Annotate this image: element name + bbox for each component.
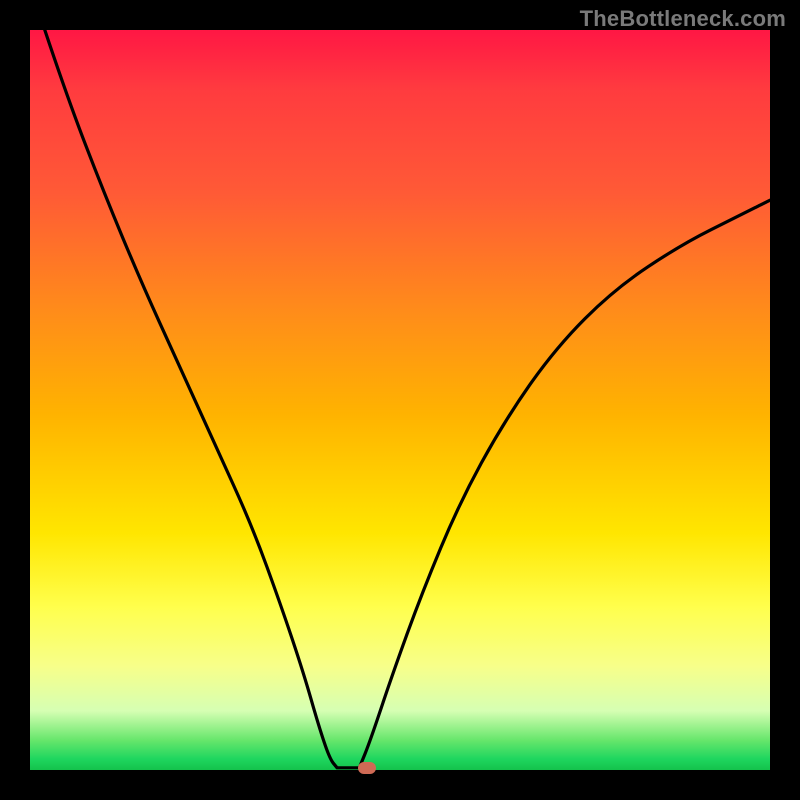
valley-marker xyxy=(358,762,376,774)
watermark-text: TheBottleneck.com xyxy=(580,6,786,32)
curve-path xyxy=(45,30,770,768)
chart-frame: TheBottleneck.com xyxy=(0,0,800,800)
plot-area xyxy=(30,30,770,770)
bottleneck-curve xyxy=(30,30,770,770)
